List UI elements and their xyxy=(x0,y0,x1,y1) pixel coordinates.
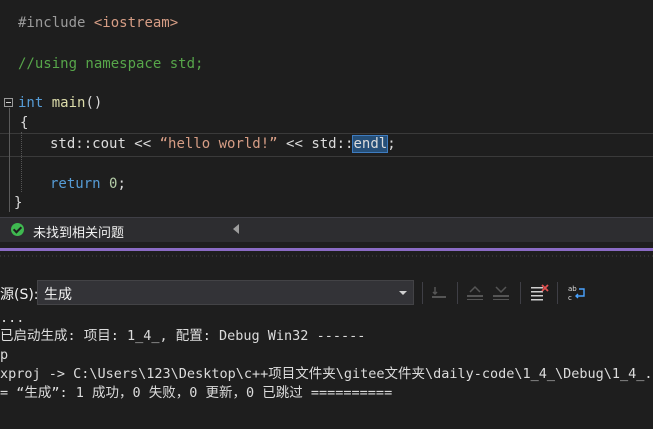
svg-text:c: c xyxy=(568,294,572,302)
toolbar-separator xyxy=(557,282,558,304)
type-keyword: int xyxy=(18,95,44,111)
code-editor[interactable]: #include <iostream> //using namespace st… xyxy=(0,0,653,217)
output-line: 已启动生成: 项目: 1_4_, 配置: Debug Win32 ------ xyxy=(0,328,366,344)
toolbar-separator xyxy=(457,282,458,304)
include-header: <iostream> xyxy=(93,15,179,31)
return-keyword: return xyxy=(50,176,101,192)
toolbar-separator xyxy=(422,282,423,304)
panel-dotted-grip xyxy=(0,255,653,257)
stream-operator: << xyxy=(125,136,160,152)
clear-all-icon[interactable] xyxy=(528,283,550,303)
code-line-3: int main() xyxy=(18,93,102,113)
goto-prev-icon[interactable] xyxy=(464,283,486,303)
semicolon: ; xyxy=(387,136,396,152)
semicolon: ; xyxy=(117,176,126,192)
open-brace: { xyxy=(20,115,29,131)
find-message-icon[interactable] xyxy=(428,283,450,303)
toolbar-separator xyxy=(520,282,521,304)
outline-guide xyxy=(9,108,10,212)
code-line-7: } xyxy=(14,193,22,213)
collapse-toggle-icon[interactable] xyxy=(4,98,13,107)
scroll-left-icon[interactable] xyxy=(233,224,239,234)
output-line: ... xyxy=(0,310,25,326)
return-value: 0 xyxy=(100,176,118,192)
std-namespace: std:: xyxy=(50,136,93,152)
issues-status[interactable]: 未找到相关问题 xyxy=(33,222,124,241)
std-namespace: std:: xyxy=(311,136,354,152)
preprocessor-directive: #include xyxy=(18,15,86,31)
editor-status-bar: 未找到相关问题 xyxy=(0,217,653,242)
output-line: p xyxy=(0,347,9,363)
comment: //using namespace std; xyxy=(18,56,204,72)
output-source-select[interactable]: 生成 xyxy=(37,280,414,305)
close-brace: } xyxy=(14,195,23,211)
goto-next-icon[interactable] xyxy=(490,283,512,303)
function-name: main xyxy=(51,95,86,111)
word-wrap-icon[interactable]: ab c xyxy=(566,283,588,303)
selected-endl[interactable]: endl xyxy=(352,135,389,153)
output-line: = “生成”: 1 成功，0 失败，0 更新，0 已跳过 ========== xyxy=(0,385,393,401)
indent-guide xyxy=(21,132,23,192)
code-line-5: std::cout << “hello world!” << std::endl… xyxy=(50,134,396,154)
dropdown-arrow-icon xyxy=(399,291,407,295)
code-line-1: #include <iostream> xyxy=(18,13,178,33)
output-source-label: 源(S): xyxy=(0,287,39,303)
cout-identifier: cout xyxy=(92,136,126,152)
output-source-value: 生成 xyxy=(44,287,72,303)
code-line-6: return 0; xyxy=(50,174,126,194)
svg-text:ab: ab xyxy=(568,285,577,293)
code-line-2: //using namespace std; xyxy=(18,54,203,74)
string-literal: “hello world!” xyxy=(159,136,278,152)
output-line: xproj -> C:\Users\123\Desktop\c++项目文件夹\g… xyxy=(0,366,653,382)
params: () xyxy=(85,95,103,111)
code-line-4: { xyxy=(20,113,28,133)
stream-operator: << xyxy=(277,136,312,152)
check-circle-icon xyxy=(11,223,24,236)
